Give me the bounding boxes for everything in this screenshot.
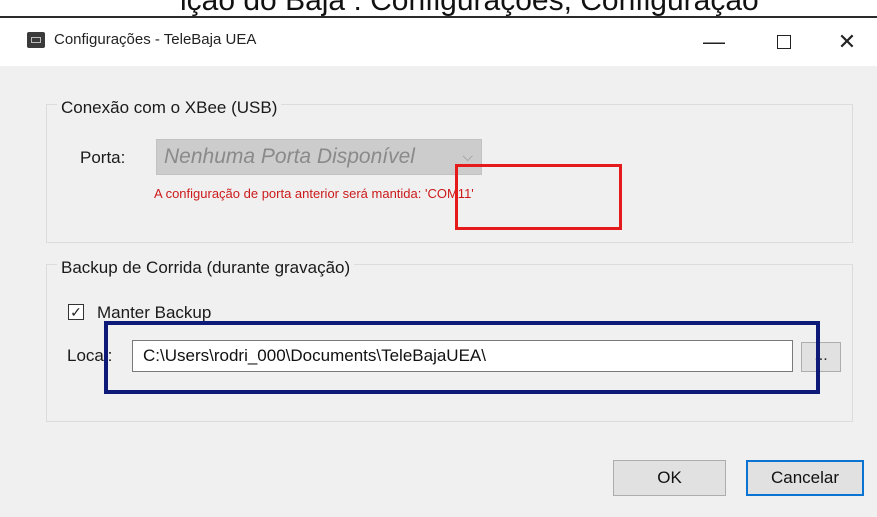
maximize-icon	[777, 35, 791, 49]
close-button[interactable]: ✕	[812, 18, 877, 66]
ok-button[interactable]: OK	[613, 460, 726, 496]
port-warning-message: A configuração de porta anterior será ma…	[154, 186, 474, 201]
red-highlight-annotation	[455, 164, 622, 230]
xbee-group-title: Conexão com o XBee (USB)	[57, 98, 282, 118]
title-bar: Configurações - TeleBaja UEA — ✕	[0, 18, 877, 66]
keep-backup-checkbox[interactable]: ✓	[68, 304, 84, 320]
minimize-button[interactable]: —	[679, 18, 749, 66]
app-window-icon	[27, 32, 45, 48]
cancel-button[interactable]: Cancelar	[746, 460, 864, 496]
maximize-button[interactable]	[749, 18, 819, 66]
keep-backup-label[interactable]: Manter Backup	[97, 303, 211, 323]
port-label: Porta:	[80, 148, 126, 167]
port-select-value: Nenhuma Porta Disponível	[164, 145, 415, 168]
chevron-down-icon: ⌵	[462, 148, 473, 164]
window-title: Configurações - TeleBaja UEA	[54, 31, 257, 48]
blue-highlight-annotation	[104, 321, 820, 394]
port-select[interactable]: Nenhuma Porta Disponível ⌵	[156, 139, 482, 175]
backup-group-title: Backup de Corrida (durante gravação)	[57, 258, 355, 278]
